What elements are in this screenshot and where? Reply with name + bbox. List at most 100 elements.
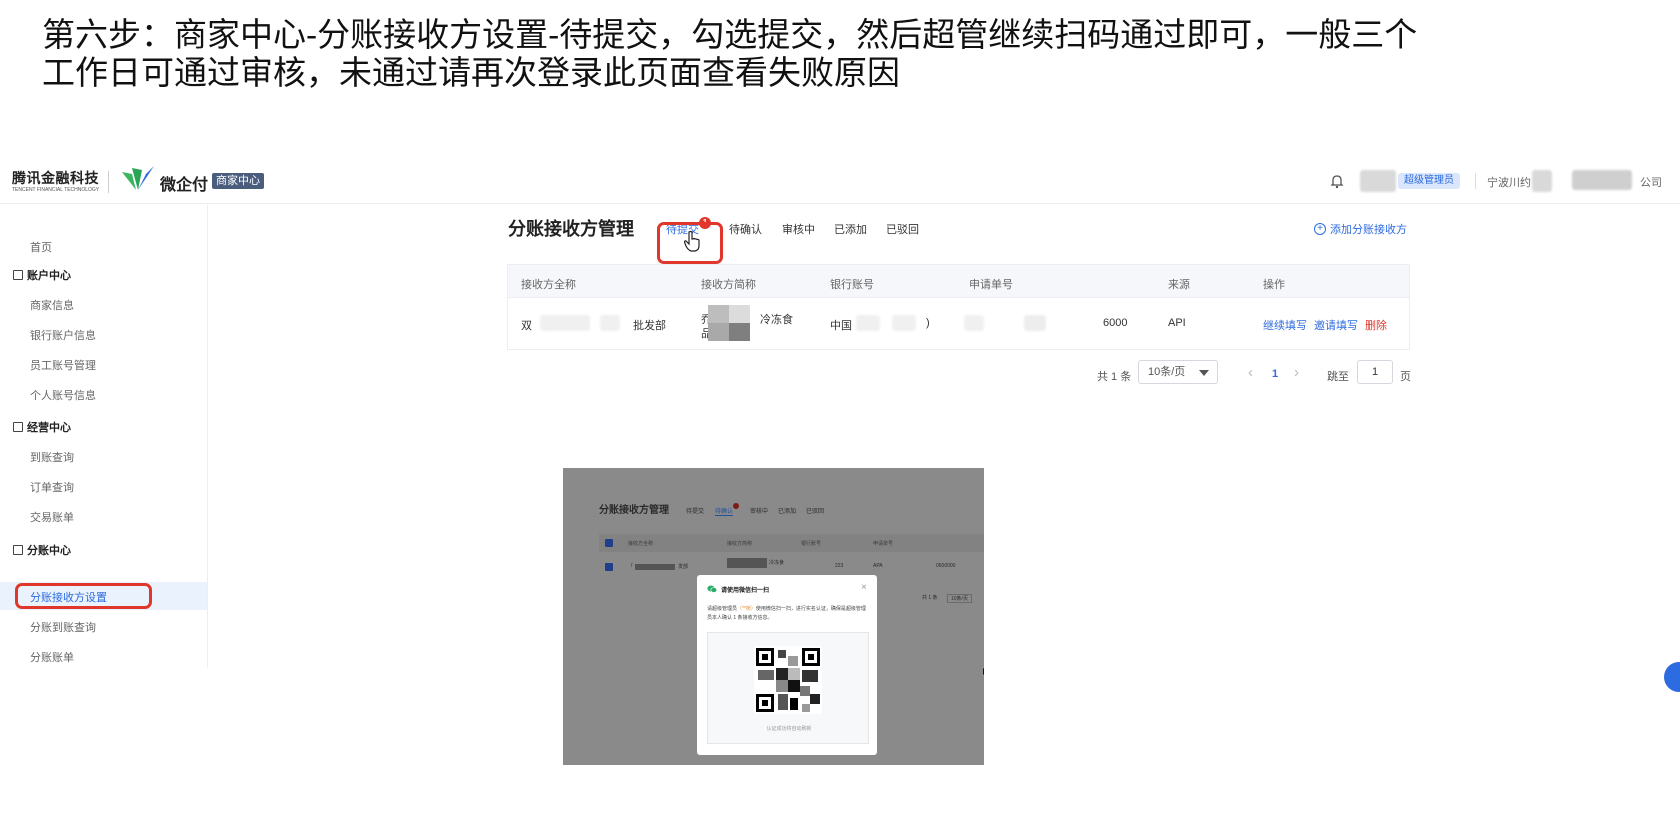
product-name: 微企付	[160, 177, 209, 194]
center-tag: 商家中心	[212, 173, 264, 189]
embedded-tab-underline	[715, 515, 733, 516]
column-header: 接收方全称	[521, 279, 576, 291]
tab-pending-confirm[interactable]: 待确认	[729, 221, 762, 237]
avatar[interactable]	[1360, 170, 1396, 192]
embedded-table-header	[599, 534, 984, 552]
company-name-start[interactable]: 宁波川约	[1487, 174, 1531, 190]
embedded-tab: 已添加	[778, 509, 797, 515]
redacted-cell	[856, 315, 880, 331]
embedded-cell: 发部	[678, 564, 689, 570]
redacted-cell	[600, 315, 620, 331]
redacted-cell	[892, 315, 916, 331]
sidebar-group-split: 分账中心	[13, 542, 71, 558]
sidebar-item-transaction-bill[interactable]: 交易账单	[30, 509, 74, 525]
redacted-cell	[1024, 315, 1046, 331]
add-receiver-label: 添加分账接收方	[1330, 224, 1407, 236]
receiver-table: 接收方全称 接收方简称 银行账号 申请单号 来源 操作 双 批发部 乔 品 冷冻…	[507, 264, 1410, 350]
cell-apply-no-end: 6000	[1103, 317, 1128, 329]
jump-page-input[interactable]: 1	[1357, 360, 1393, 384]
embedded-column-header: 接收方全称	[628, 541, 654, 547]
redacted-cell	[540, 315, 590, 331]
prev-page-button[interactable]: ‹	[1248, 364, 1253, 381]
embedded-column-header: 申请单号	[873, 541, 894, 547]
page-size-select[interactable]: 10条/页	[1138, 360, 1218, 384]
next-page-button[interactable]: ›	[1294, 364, 1299, 381]
redacted-company	[1572, 170, 1632, 190]
cell-source: API	[1168, 317, 1186, 329]
continue-edit-link[interactable]: 继续填写	[1263, 317, 1307, 333]
caret-down-icon	[1199, 370, 1209, 376]
redacted-cell	[964, 315, 984, 331]
cell-bank-account-end: )	[926, 317, 930, 329]
qr-code-icon[interactable]	[754, 646, 822, 714]
sidebar-group-business: 经营中心	[13, 419, 71, 435]
embedded-tab: 审核中	[750, 509, 769, 515]
top-bar: 腾讯金融科技 TENCENT FINANCIAL TECHNOLOGY 微企付 …	[0, 158, 1680, 204]
modal-desc-start: 请超级管理员	[707, 606, 738, 612]
embedded-tab-badge	[733, 503, 739, 509]
close-icon[interactable]: ×	[861, 582, 867, 593]
page-unit: 页	[1400, 371, 1411, 383]
column-header: 接收方简称	[701, 279, 756, 291]
redacted-company	[1532, 170, 1552, 192]
account-icon	[13, 270, 23, 280]
embedded-row-checkbox	[605, 563, 613, 571]
embedded-screenshot: 分账接收方管理 待提交 待确认 审核中 已添加 已驳回 接收方全称 接收方简称 …	[563, 468, 984, 765]
total-count: 共 1 条	[1097, 371, 1132, 383]
embedded-cell: 「	[628, 564, 634, 570]
sidebar-item-staff-accounts[interactable]: 员工账号管理	[30, 357, 96, 373]
sidebar-item-split-arrival-query[interactable]: 分账到账查询	[30, 619, 96, 635]
sidebar-item-arrival-query[interactable]: 到账查询	[30, 449, 74, 465]
split-icon	[13, 545, 23, 555]
embedded-tab: 待提交	[686, 509, 705, 515]
tab-in-review[interactable]: 审核中	[782, 221, 815, 237]
invite-edit-link[interactable]: 邀请填写	[1314, 317, 1358, 333]
embedded-page-size: 10条/页	[947, 594, 972, 603]
sidebar-item-split-bill[interactable]: 分账账单	[30, 649, 74, 665]
modal-desc-role: （**桥）	[737, 606, 756, 612]
delete-link[interactable]: 删除	[1365, 317, 1387, 333]
embedded-tab-active: 待确认	[715, 509, 734, 515]
redacted-cell	[727, 558, 767, 568]
cursor-icon	[983, 668, 984, 675]
column-header: 操作	[1263, 279, 1285, 291]
cell-bank-account-start: 中国	[830, 320, 852, 332]
sidebar-item-home[interactable]: 首页	[30, 239, 52, 255]
wechat-icon	[707, 585, 717, 593]
hand-cursor-icon	[683, 230, 700, 252]
role-badge: 超级管理员	[1398, 173, 1460, 189]
embedded-total: 共 1 条	[922, 595, 938, 601]
sidebar-item-order-query[interactable]: 订单查询	[30, 479, 74, 495]
brand-divider	[108, 171, 109, 193]
column-header: 银行账号	[830, 279, 874, 291]
embedded-cell: 冷冻食	[769, 560, 785, 566]
tab-added[interactable]: 已添加	[834, 221, 867, 237]
embedded-cell: 0600000	[936, 563, 956, 569]
current-page[interactable]: 1	[1272, 368, 1278, 380]
column-header: 申请单号	[969, 279, 1013, 291]
sidebar-group-account: 账户中心	[13, 267, 71, 283]
plus-circle-icon: +	[1314, 223, 1326, 235]
embedded-column-header: 银行账号	[801, 541, 822, 547]
tab-rejected[interactable]: 已驳回	[886, 221, 919, 237]
sidebar-item-personal-account[interactable]: 个人账号信息	[30, 387, 96, 403]
cell-full-name-end: 批发部	[633, 320, 666, 332]
sidebar-group-label: 分账中心	[27, 545, 71, 557]
page-size-value: 10条/页	[1148, 366, 1186, 378]
company-name-end[interactable]: 公司	[1640, 174, 1662, 190]
business-icon	[13, 422, 23, 432]
modal-hint: 认证成功将自动刷新	[766, 726, 812, 732]
highlight-box-sidebar	[15, 583, 152, 609]
header-separator	[1475, 173, 1476, 189]
wings-logo-icon	[122, 166, 154, 190]
add-receiver-button[interactable]: + 添加分账接收方	[1314, 221, 1407, 237]
instruction-heading: 第六步：商家中心-分账接收方设置-待提交，勾选提交，然后超管继续扫码通过即可，一…	[42, 15, 1418, 92]
column-header: 来源	[1168, 279, 1190, 291]
brand-name: 腾讯金融科技	[12, 170, 99, 186]
sidebar-item-bank-account[interactable]: 银行账户信息	[30, 327, 96, 343]
sidebar-group-label: 经营中心	[27, 422, 71, 434]
sidebar-item-merchant-info[interactable]: 商家信息	[30, 297, 74, 313]
brand-name-en: TENCENT FINANCIAL TECHNOLOGY	[12, 187, 100, 193]
qr-code-panel: 认证成功将自动刷新	[707, 632, 869, 744]
bell-icon[interactable]	[1330, 173, 1344, 189]
